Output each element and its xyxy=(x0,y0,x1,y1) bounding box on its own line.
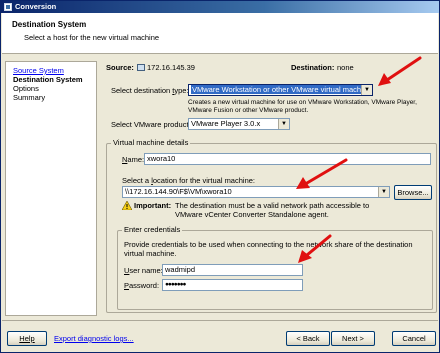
cancel-button[interactable]: Cancel xyxy=(392,331,436,346)
step-destination-system: Destination System xyxy=(13,75,83,84)
source-label: Source: xyxy=(106,63,134,72)
vm-details-legend: Virtual machine details xyxy=(111,138,191,147)
important-text: The destination must be a valid network … xyxy=(175,201,370,219)
location-select[interactable]: \\172.16.144.90\F$\VM\xwora10 ▼ xyxy=(122,186,390,198)
product-label: Select VMware product: xyxy=(111,120,191,129)
credentials-group: Enter credentials Provide credentials to… xyxy=(117,225,433,310)
password-input[interactable]: ●●●●●●● xyxy=(162,279,303,291)
location-value: \\172.16.144.90\F$\VM\xwora10 xyxy=(125,187,232,196)
page-title: Destination System xyxy=(12,20,87,29)
username-label: User name: xyxy=(124,266,163,275)
title-bar: Conversion xyxy=(1,1,439,13)
browse-button[interactable]: Browse... xyxy=(394,185,432,200)
back-button[interactable]: < Back xyxy=(286,331,330,346)
dest-type-label: Select destination type: xyxy=(111,86,189,95)
warning-icon xyxy=(122,201,132,210)
help-label: Help xyxy=(19,334,35,343)
username-input[interactable]: wadmipd xyxy=(162,264,303,276)
next-button[interactable]: Next > xyxy=(331,331,375,346)
app-icon xyxy=(4,3,12,11)
footer-divider xyxy=(2,320,438,321)
help-button[interactable]: Help xyxy=(7,331,47,346)
dest-type-value: VMware Workstation or other VMware virtu… xyxy=(191,85,372,94)
page-subtitle: Select a host for the new virtual machin… xyxy=(24,33,160,42)
chevron-down-icon[interactable]: ▼ xyxy=(378,187,389,197)
export-logs-link[interactable]: Export diagnostic logs... xyxy=(54,334,134,343)
product-select[interactable]: VMware Player 3.0.x ▼ xyxy=(188,118,290,130)
password-label: Password: xyxy=(124,281,160,290)
chevron-down-icon[interactable]: ▼ xyxy=(361,85,372,95)
important-label: Important: xyxy=(134,201,172,210)
credentials-legend: Enter credentials xyxy=(122,225,183,234)
location-label: Select a location for the virtual machin… xyxy=(122,176,255,185)
conversion-window: Conversion Destination System Select a h… xyxy=(0,0,440,353)
step-source-system[interactable]: Source System xyxy=(13,66,64,75)
source-value-wrap: 172.16.145.39 xyxy=(137,63,195,72)
computer-icon xyxy=(137,64,145,71)
product-value: VMware Player 3.0.x xyxy=(191,119,261,128)
step-summary: Summary xyxy=(13,93,46,102)
window-title: Conversion xyxy=(15,2,57,11)
destination-value: none xyxy=(337,63,354,72)
vm-details-group: Virtual machine details Name: xwora10 Se… xyxy=(106,138,437,313)
name-label: Name: xyxy=(122,155,145,164)
credentials-description: Provide credentials to be used when conn… xyxy=(124,240,413,258)
chevron-down-icon[interactable]: ▼ xyxy=(278,119,289,129)
vm-name-input[interactable]: xwora10 xyxy=(144,153,431,165)
step-options: Options xyxy=(13,84,39,93)
destination-panel: Source: 172.16.145.39 Destination: none … xyxy=(101,56,437,318)
dest-type-description: Creates a new virtual machine for use on… xyxy=(188,99,417,114)
wizard-header: Destination System Select a host for the… xyxy=(2,13,438,54)
dest-type-select[interactable]: VMware Workstation or other VMware virtu… xyxy=(188,84,373,96)
source-value: 172.16.145.39 xyxy=(147,63,195,72)
wizard-steps: Source System Destination System Options… xyxy=(5,61,97,316)
destination-label: Destination: xyxy=(291,63,335,72)
